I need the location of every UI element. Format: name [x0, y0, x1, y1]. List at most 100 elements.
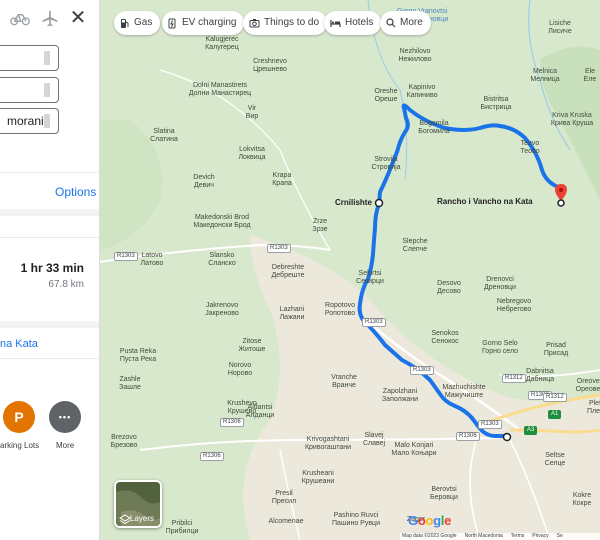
place-label[interactable]: Krusheani Крушеани	[302, 470, 335, 486]
place-label[interactable]: Alcomenae	[268, 518, 303, 526]
place-label[interactable]: Presil Пресил	[272, 490, 296, 506]
bicycle-icon[interactable]	[10, 8, 30, 28]
parking-lots-button[interactable]: P	[3, 401, 35, 433]
place-name: Dolni Manastirets	[192, 82, 248, 89]
place-label[interactable]: Kriva Kruska Крива Круша	[551, 112, 593, 128]
place-label[interactable]: Malo Konjari Мало Коњари	[391, 442, 436, 458]
place-label[interactable]: Ele Еле	[584, 68, 597, 84]
place-name-cyrillic: Присад	[543, 350, 569, 357]
place-label[interactable]: Bistritsa Бистрица	[481, 96, 512, 112]
parking-lots-label: arking Lots	[0, 441, 40, 450]
waypoint-field[interactable]	[0, 77, 59, 103]
place-label[interactable]: Drenovci Дреновци	[484, 276, 516, 292]
place-label[interactable]: Krushevo Крушево	[227, 400, 257, 416]
place-label[interactable]: Gorno Selo Горно село	[482, 340, 518, 356]
chip-things-to-do[interactable]: Things to do	[243, 11, 328, 35]
place-label[interactable]: Latovo Латово	[141, 252, 164, 268]
place-label[interactable]: Slepche Слепче	[402, 238, 427, 254]
place-name-cyrillic: Калугерец	[205, 44, 239, 51]
privacy-link[interactable]: Privacy	[532, 533, 548, 540]
place-label[interactable]: Creshnevo Црешнево	[253, 58, 287, 74]
place-label[interactable]: OreovecОреовец	[576, 378, 600, 394]
place-label[interactable]: Lazhani Лажани	[280, 306, 305, 322]
place-name-cyrillic: Сенокос	[431, 338, 459, 345]
origin-field[interactable]	[0, 45, 59, 71]
place-label[interactable]: Kalugjerec Калугерец	[205, 36, 239, 52]
destination-field[interactable]: morani	[0, 108, 59, 134]
destination-label[interactable]: Rancho i Vancho na Kata	[437, 197, 533, 206]
chip-ev-charging[interactable]: EV charging	[162, 11, 245, 35]
bed-icon	[330, 20, 341, 27]
route-duration[interactable]: 1 hr 33 min	[21, 261, 84, 275]
place-label[interactable]: Senokos Сенокос	[431, 330, 458, 346]
place-label[interactable]: Zashle Зашле	[119, 376, 141, 392]
start-marker[interactable]	[502, 432, 512, 442]
place-label[interactable]: Slavej Славеј	[363, 432, 385, 448]
map-canvas[interactable]: KalugjerecКалугерецGorno VranovtsiГорно …	[100, 0, 600, 540]
place-label[interactable]: Strovija Стровија	[371, 156, 400, 172]
place-name: Kokre	[572, 492, 592, 499]
place-label[interactable]: Pusta Reka Пуста Река	[120, 348, 156, 364]
destination-pin-icon[interactable]	[555, 184, 567, 201]
place-label[interactable]: Oreshe Орешe	[375, 88, 398, 104]
drag-handle-icon[interactable]	[44, 114, 50, 128]
destination-link[interactable]: na Kata	[0, 338, 38, 350]
place-label[interactable]: Lokvitsa Локвица	[238, 146, 265, 162]
place-label[interactable]: Makedonski Brod Македонски Брод	[193, 214, 250, 230]
place-label[interactable]: PletПлет	[587, 400, 600, 416]
chip-more[interactable]: More	[380, 11, 431, 35]
more-button[interactable]: •••	[49, 401, 81, 433]
place-label[interactable]: Sekirtsi Секирци	[356, 270, 384, 286]
place-label[interactable]: Norovo Норово	[228, 362, 252, 378]
place-label[interactable]: Pashino Ruvci Пашино Рувци	[332, 512, 380, 528]
airplane-icon[interactable]	[40, 8, 60, 28]
place-label[interactable]: Vir Вир	[246, 105, 258, 121]
place-label[interactable]: Teovo Теово	[520, 140, 539, 156]
place-label[interactable]: Slansko Сланско	[208, 252, 235, 268]
close-directions-button[interactable]: ✕	[68, 6, 88, 30]
place-name: Kriva Kruska	[552, 112, 592, 119]
place-label[interactable]: Slatina Слатина	[150, 128, 178, 144]
place-label[interactable]: Nezhilovo Нежилово	[398, 48, 431, 64]
place-label[interactable]: Zapolzhani Заполжани	[382, 388, 418, 404]
place-label[interactable]: Kokre Кокре	[573, 492, 592, 508]
place-label[interactable]: Ropotovo Ропотово	[325, 302, 355, 318]
place-label[interactable]: Prisad Присад	[544, 342, 568, 358]
send-feedback-link[interactable]: Se	[557, 533, 563, 540]
place-label[interactable]: Mazhuchishte Мажучиште	[442, 384, 485, 400]
place-label[interactable]: Dolni Manastirets Долни Манастирец	[189, 82, 251, 98]
place-label[interactable]: Desovo Десово	[437, 280, 461, 296]
chip-hotels[interactable]: Hotels	[324, 11, 382, 35]
place-label[interactable]: Dabnitsa Дабница	[526, 368, 554, 384]
options-link[interactable]: Options	[55, 185, 96, 199]
place-name: Pribilci	[171, 520, 193, 527]
destination-marker[interactable]	[557, 199, 565, 207]
place-label[interactable]: Kapinivo Капиниво	[407, 84, 438, 100]
place-label[interactable]: Debreshte Дебреште	[272, 264, 305, 280]
place-label[interactable]: Krivogashtani Кривогаштани	[305, 436, 351, 452]
drag-handle-icon[interactable]	[44, 51, 50, 65]
place-label[interactable]: Melnica Мелница	[530, 68, 559, 84]
place-label[interactable]: Vranche Вранче	[331, 374, 357, 390]
place-label[interactable]: Brezovo Брезово	[111, 434, 138, 450]
place-label[interactable]: Pribilci Прибилци	[166, 520, 199, 536]
place-name-cyrillic: Орешe	[374, 96, 398, 103]
terms-link[interactable]: Terms	[511, 533, 525, 540]
place-label[interactable]: Bogomila Богомила	[418, 120, 449, 136]
place-label[interactable]: Zitose Житоше	[239, 338, 266, 354]
place-label[interactable]: Devich Девич	[193, 174, 214, 190]
place-label[interactable]: Lisiche Лисиче	[548, 20, 571, 36]
place-name-cyrillic: Јакреново	[205, 310, 239, 317]
place-name-cyrillic: Крушеани	[301, 478, 335, 485]
place-label[interactable]: Berovtsi Беровци	[430, 486, 458, 502]
chip-gas[interactable]: Gas	[114, 11, 161, 35]
place-label[interactable]: Krapa Крапа	[272, 172, 292, 188]
waypoint-label[interactable]: Crnilishte	[335, 198, 372, 207]
place-label[interactable]: Zrze Зрзе	[312, 218, 327, 234]
waypoint-marker[interactable]	[374, 198, 384, 208]
place-label[interactable]: Seltse Селце	[545, 452, 566, 468]
place-name-cyrillic: Десово	[437, 288, 461, 295]
drag-handle-icon[interactable]	[44, 83, 50, 97]
place-label[interactable]: Jakrenovo Јакреново	[205, 302, 239, 318]
place-label[interactable]: Nebregovo Небрегово	[497, 298, 532, 314]
